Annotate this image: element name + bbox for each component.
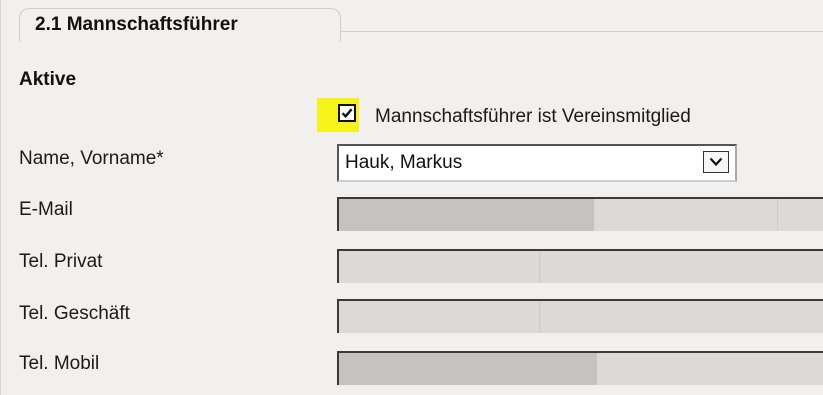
tel-business-field[interactable] xyxy=(337,299,823,333)
member-checkbox-row[interactable]: Mannschaftsführer ist Vereinsmitglied xyxy=(317,98,823,132)
tel-business-field-divider xyxy=(539,301,540,333)
name-select-value: Hauk, Markus xyxy=(345,152,463,173)
name-label: Name, Vorname* xyxy=(19,148,164,169)
section-title: 2.1 Mannschaftsführer xyxy=(35,14,238,35)
email-field-divider xyxy=(777,199,778,231)
tel-private-label: Tel. Privat xyxy=(19,251,103,272)
check-icon xyxy=(341,108,353,119)
team-leader-panel: 2.1 Mannschaftsführer Aktive Mannschafts… xyxy=(0,0,823,395)
email-label: E-Mail xyxy=(19,199,73,220)
tel-mobile-label: Tel. Mobil xyxy=(19,353,100,374)
tel-mobile-field-fill xyxy=(339,353,597,385)
member-checkbox-label: Mannschaftsführer ist Vereinsmitglied xyxy=(375,106,691,127)
tel-private-field-divider xyxy=(539,251,540,283)
email-field[interactable] xyxy=(337,197,823,231)
tel-mobile-field[interactable] xyxy=(337,351,823,385)
name-select[interactable]: Hauk, Markus xyxy=(337,144,737,182)
name-select-button[interactable] xyxy=(703,151,729,173)
member-checkbox[interactable] xyxy=(338,104,356,122)
tel-business-label: Tel. Geschäft xyxy=(19,303,130,324)
tel-private-field[interactable] xyxy=(337,249,823,283)
email-field-fill xyxy=(339,199,594,231)
section-divider xyxy=(341,31,823,32)
subheading-active: Aktive xyxy=(19,69,77,90)
chevron-down-icon xyxy=(709,157,723,167)
